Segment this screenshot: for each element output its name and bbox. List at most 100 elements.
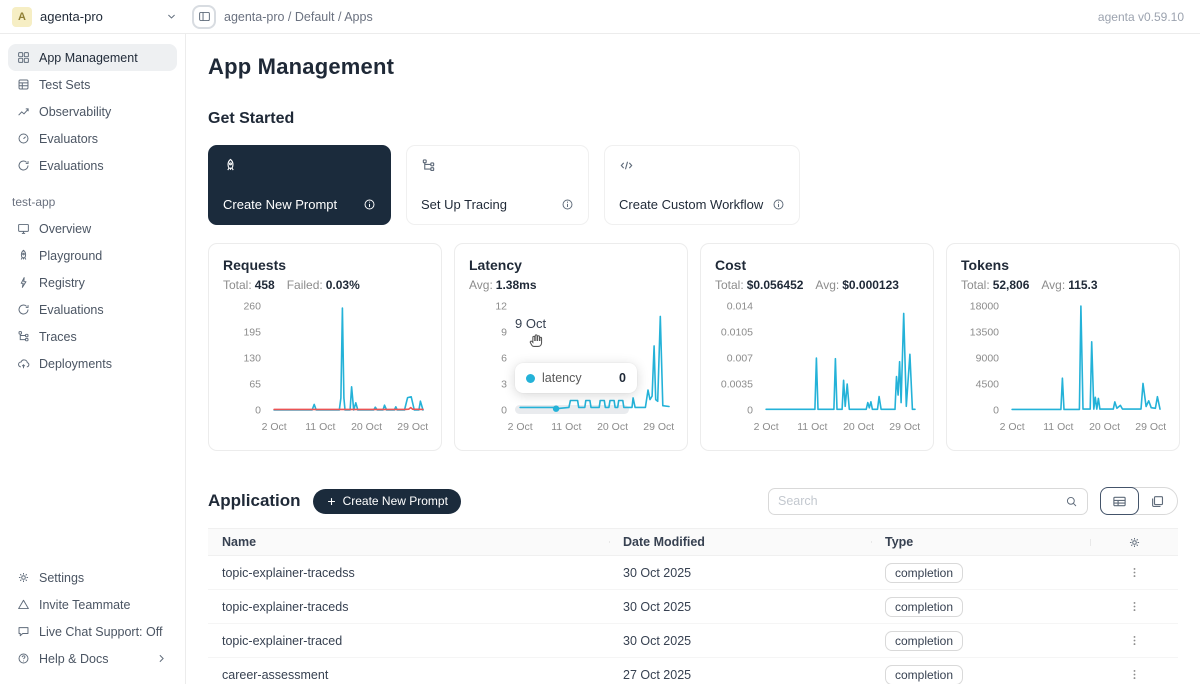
tree-icon: [421, 158, 436, 173]
create-custom-workflow-card[interactable]: Create Custom Workflow: [604, 145, 800, 225]
column-header-type[interactable]: Type: [871, 535, 1090, 549]
row-actions-button[interactable]: [1125, 563, 1144, 582]
sidebar: App Management Test Sets Observability E…: [0, 34, 186, 684]
sidebar-item-registry[interactable]: Registry: [8, 269, 177, 296]
dots-vertical-icon: [1128, 634, 1141, 647]
refresh-icon: [17, 303, 30, 316]
application-title: Application: [208, 491, 301, 511]
create-new-prompt-card[interactable]: Create New Prompt: [208, 145, 391, 225]
chevron-down-icon: [165, 10, 178, 23]
chat-icon: [17, 625, 30, 638]
svg-text:20 Oct: 20 Oct: [843, 421, 874, 433]
card-view-button[interactable]: [1138, 488, 1177, 514]
chart-title: Tokens: [961, 257, 1165, 273]
stats-charts-row: Requests Total:458 Failed:0.03% 06513019…: [208, 243, 1178, 451]
column-header-date-modified[interactable]: Date Modified: [609, 535, 871, 549]
search-box: [768, 488, 1088, 515]
sidebar-item-live-chat-support[interactable]: Live Chat Support: Off: [8, 618, 177, 645]
workspace-avatar: A: [12, 7, 32, 27]
chart-line-icon: [17, 105, 30, 118]
triangle-icon: [17, 598, 30, 611]
stat-total: Total:458: [223, 278, 275, 292]
svg-text:0.0035: 0.0035: [721, 379, 753, 391]
svg-text:29 Oct: 29 Oct: [889, 421, 920, 433]
svg-text:3: 3: [501, 379, 507, 391]
refresh-icon: [17, 159, 30, 172]
svg-text:18000: 18000: [970, 301, 999, 313]
svg-text:6: 6: [501, 353, 507, 365]
code-icon: [619, 158, 634, 173]
view-toggle: [1100, 487, 1178, 515]
latency-line-chart[interactable]: 0369122 Oct11 Oct20 Oct29 Oct: [469, 298, 673, 449]
table-row[interactable]: topic-explainer-traceds 30 Oct 2025 comp…: [208, 590, 1178, 624]
help-circle-icon: [17, 652, 30, 665]
svg-text:11 Oct: 11 Oct: [305, 421, 335, 433]
svg-text:20 Oct: 20 Oct: [1089, 421, 1120, 433]
svg-text:0.0105: 0.0105: [721, 327, 753, 339]
svg-text:11 Oct: 11 Oct: [551, 421, 581, 433]
table-row[interactable]: topic-explainer-traced 30 Oct 2025 compl…: [208, 624, 1178, 658]
svg-text:0: 0: [255, 405, 261, 417]
chart-title: Requests: [223, 257, 427, 273]
sidebar-item-overview[interactable]: Overview: [8, 215, 177, 242]
sidebar-item-playground[interactable]: Playground: [8, 242, 177, 269]
requests-line-chart[interactable]: 0651301952602 Oct11 Oct20 Oct29 Oct: [223, 298, 427, 449]
gear-icon: [1128, 536, 1141, 549]
sidebar-item-test-sets[interactable]: Test Sets: [8, 71, 177, 98]
sidebar-item-evaluators[interactable]: Evaluators: [8, 125, 177, 152]
svg-text:29 Oct: 29 Oct: [1135, 421, 1166, 433]
latency-chart-card: Latency Avg:1.38ms 0369122 Oct11 Oct20 O…: [454, 243, 688, 451]
svg-text:20 Oct: 20 Oct: [597, 421, 628, 433]
svg-text:2 Oct: 2 Oct: [262, 421, 287, 433]
svg-text:4500: 4500: [976, 379, 1000, 391]
set-up-tracing-card[interactable]: Set Up Tracing: [406, 145, 589, 225]
column-header-name[interactable]: Name: [208, 535, 609, 549]
info-icon[interactable]: [363, 198, 376, 211]
table-row[interactable]: topic-explainer-tracedss 30 Oct 2025 com…: [208, 556, 1178, 590]
bolt-icon: [17, 276, 30, 289]
chart-title: Latency: [469, 257, 673, 273]
stat-avg: Avg:1.38ms: [469, 278, 537, 292]
type-badge: completion: [885, 631, 963, 651]
sidebar-item-help-docs[interactable]: Help & Docs: [8, 645, 177, 672]
info-icon[interactable]: [561, 198, 574, 211]
sidebar-item-deployments[interactable]: Deployments: [8, 350, 177, 377]
table-settings-button[interactable]: [1125, 533, 1144, 552]
plus-icon: [326, 496, 337, 507]
sidebar-toggle-button[interactable]: [192, 5, 216, 29]
cost-line-chart[interactable]: 00.00350.0070.01050.0142 Oct11 Oct20 Oct…: [715, 298, 919, 449]
cost-chart-card: Cost Total:$0.056452 Avg:$0.000123 00.00…: [700, 243, 934, 451]
chart-title: Cost: [715, 257, 919, 273]
svg-text:29 Oct: 29 Oct: [643, 421, 674, 433]
dots-vertical-icon: [1128, 566, 1141, 579]
sidebar-item-traces[interactable]: Traces: [8, 323, 177, 350]
table-row[interactable]: career-assessment 27 Oct 2025 completion: [208, 658, 1178, 684]
sidebar-item-settings[interactable]: Settings: [8, 564, 177, 591]
sidebar-item-app-evaluations[interactable]: Evaluations: [8, 296, 177, 323]
info-icon[interactable]: [772, 198, 785, 211]
card-view-icon: [1150, 494, 1165, 509]
row-actions-button[interactable]: [1125, 631, 1144, 650]
svg-text:0: 0: [747, 405, 753, 417]
search-input[interactable]: [778, 494, 1059, 508]
dots-vertical-icon: [1128, 600, 1141, 613]
search-icon[interactable]: [1065, 495, 1078, 508]
stat-avg: Avg:115.3: [1041, 278, 1097, 292]
row-actions-button[interactable]: [1125, 597, 1144, 616]
create-new-prompt-button[interactable]: Create New Prompt: [313, 489, 461, 514]
svg-text:2 Oct: 2 Oct: [508, 421, 533, 433]
tokens-line-chart[interactable]: 04500900013500180002 Oct11 Oct20 Oct29 O…: [961, 298, 1165, 449]
gear-icon: [17, 571, 30, 584]
gauge-icon: [17, 132, 30, 145]
table-view-button[interactable]: [1100, 487, 1139, 515]
workspace-name: agenta-pro: [40, 9, 157, 24]
sidebar-item-invite-teammate[interactable]: Invite Teammate: [8, 591, 177, 618]
rocket-icon: [223, 158, 238, 173]
sidebar-item-app-management[interactable]: App Management: [8, 44, 177, 71]
grid-icon: [17, 51, 30, 64]
sidebar-item-evaluations[interactable]: Evaluations: [8, 152, 177, 179]
sidebar-item-observability[interactable]: Observability: [8, 98, 177, 125]
breadcrumb[interactable]: agenta-pro / Default / Apps: [224, 10, 373, 24]
workspace-selector[interactable]: A agenta-pro: [12, 7, 178, 27]
row-actions-button[interactable]: [1125, 665, 1144, 684]
